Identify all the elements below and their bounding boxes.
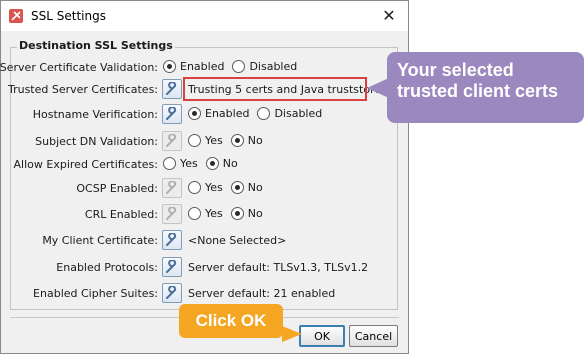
wrench-icon xyxy=(166,207,177,220)
callout-arrow xyxy=(282,326,302,342)
close-button[interactable]: ✕ xyxy=(378,5,400,27)
wrench-icon xyxy=(166,134,177,147)
radio-label-yes: Yes xyxy=(205,207,223,220)
ssl-app-icon xyxy=(9,9,23,23)
radio-server-cert-disabled[interactable] xyxy=(232,60,246,73)
hostname-verification-configure-button[interactable] xyxy=(162,104,182,124)
my-client-cert-label: My Client Certificate: xyxy=(42,234,158,247)
radio-label-enabled: Enabled xyxy=(180,60,225,73)
radio-label-no: No xyxy=(247,207,263,220)
subject-dn-validation-label: Subject DN Validation: xyxy=(35,135,158,148)
crl-radios: Yes No xyxy=(188,207,271,220)
wrench-icon xyxy=(166,82,177,95)
row-server-cert-validation: Server Certificate Validation: Enabled D… xyxy=(0,57,410,79)
crl-configure-button[interactable] xyxy=(162,204,182,224)
trusted-server-certs-label: Trusted Server Certificates: xyxy=(7,83,158,96)
wrench-icon xyxy=(166,286,177,299)
callout-arrow xyxy=(367,78,389,98)
ocsp-enabled-label: OCSP Enabled: xyxy=(76,182,158,195)
enabled-protocols-label: Enabled Protocols: xyxy=(56,261,158,274)
row-subject-dn-validation: Subject DN Validation: Yes No xyxy=(1,131,410,153)
click-ok-callout: Click OK xyxy=(179,304,283,338)
group-title: Destination SSL Settings xyxy=(17,39,175,52)
cipher-suites-configure-button[interactable] xyxy=(162,283,182,303)
wrench-icon xyxy=(166,107,177,120)
radio-label-no: No xyxy=(222,157,238,170)
radio-label-yes: Yes xyxy=(180,157,198,170)
protocols-value: Server default: TLSv1.3, TLSv1.2 xyxy=(188,261,369,274)
protocols-configure-button[interactable] xyxy=(162,257,182,277)
radio-crl-no[interactable] xyxy=(230,207,244,220)
radio-subject-dn-yes[interactable] xyxy=(188,134,201,147)
radio-allow-expired-no[interactable] xyxy=(205,157,219,170)
client-cert-configure-button[interactable] xyxy=(162,230,182,250)
row-enabled-cipher-suites: Enabled Cipher Suites: Server default: 2… xyxy=(1,283,410,305)
radio-label-no: No xyxy=(247,134,263,147)
enabled-cipher-suites-label: Enabled Cipher Suites: xyxy=(33,287,158,300)
wrench-icon xyxy=(166,260,177,273)
radio-label-yes: Yes xyxy=(205,134,223,147)
row-ocsp-enabled: OCSP Enabled: Yes No xyxy=(1,178,410,200)
trusted-certs-callout: Your selected trusted client certs xyxy=(387,52,584,123)
ocsp-configure-button[interactable] xyxy=(162,178,182,198)
radio-hostname-enabled[interactable] xyxy=(188,107,201,120)
trusted-certs-highlight-box xyxy=(183,77,367,101)
ocsp-radios: Yes No xyxy=(188,181,271,194)
radio-label-yes: Yes xyxy=(205,181,223,194)
radio-server-cert-enabled[interactable] xyxy=(163,60,176,73)
hostname-verification-label: Hostname Verification: xyxy=(32,108,158,121)
row-my-client-cert: My Client Certificate: <None Selected> xyxy=(1,230,410,252)
title-bar: SSL Settings ✕ xyxy=(1,1,408,31)
radio-allow-expired-yes[interactable] xyxy=(163,157,176,170)
client-cert-value: <None Selected> xyxy=(188,234,287,247)
row-enabled-protocols: Enabled Protocols: Server default: TLSv1… xyxy=(1,257,410,279)
window-title: SSL Settings xyxy=(31,9,106,23)
allow-expired-certs-label: Allow Expired Certificates: xyxy=(13,158,158,171)
server-cert-validation-radios: Enabled Disabled xyxy=(163,60,305,73)
allow-expired-radios: Yes No xyxy=(163,157,246,170)
server-cert-validation-label: Server Certificate Validation: xyxy=(0,61,158,74)
subject-dn-radios: Yes No xyxy=(188,134,271,147)
cancel-button[interactable]: Cancel xyxy=(349,325,398,347)
radio-label-no: No xyxy=(247,181,263,194)
crl-enabled-label: CRL Enabled: xyxy=(84,208,158,221)
trusted-certs-configure-button[interactable] xyxy=(162,79,182,99)
wrench-icon xyxy=(166,233,177,246)
radio-label-disabled: Disabled xyxy=(274,107,323,120)
radio-ocsp-yes[interactable] xyxy=(188,181,201,194)
radio-label-disabled: Disabled xyxy=(249,60,298,73)
row-allow-expired-certs: Allow Expired Certificates: Yes No xyxy=(1,154,410,176)
wrench-icon xyxy=(166,181,177,194)
hostname-verification-radios: Enabled Disabled xyxy=(188,107,330,120)
ssl-settings-dialog: SSL Settings ✕ Destination SSL Settings … xyxy=(0,0,409,354)
subject-dn-configure-button[interactable] xyxy=(162,131,182,151)
radio-crl-yes[interactable] xyxy=(188,207,201,220)
radio-hostname-disabled[interactable] xyxy=(257,107,271,120)
row-crl-enabled: CRL Enabled: Yes No xyxy=(1,204,410,226)
cipher-suites-value: Server default: 21 enabled xyxy=(188,287,336,300)
ok-button[interactable]: OK xyxy=(299,325,345,347)
radio-subject-dn-no[interactable] xyxy=(230,134,244,147)
row-hostname-verification: Hostname Verification: Enabled Disabled xyxy=(1,104,410,126)
radio-ocsp-no[interactable] xyxy=(230,181,244,194)
radio-label-enabled: Enabled xyxy=(205,107,250,120)
